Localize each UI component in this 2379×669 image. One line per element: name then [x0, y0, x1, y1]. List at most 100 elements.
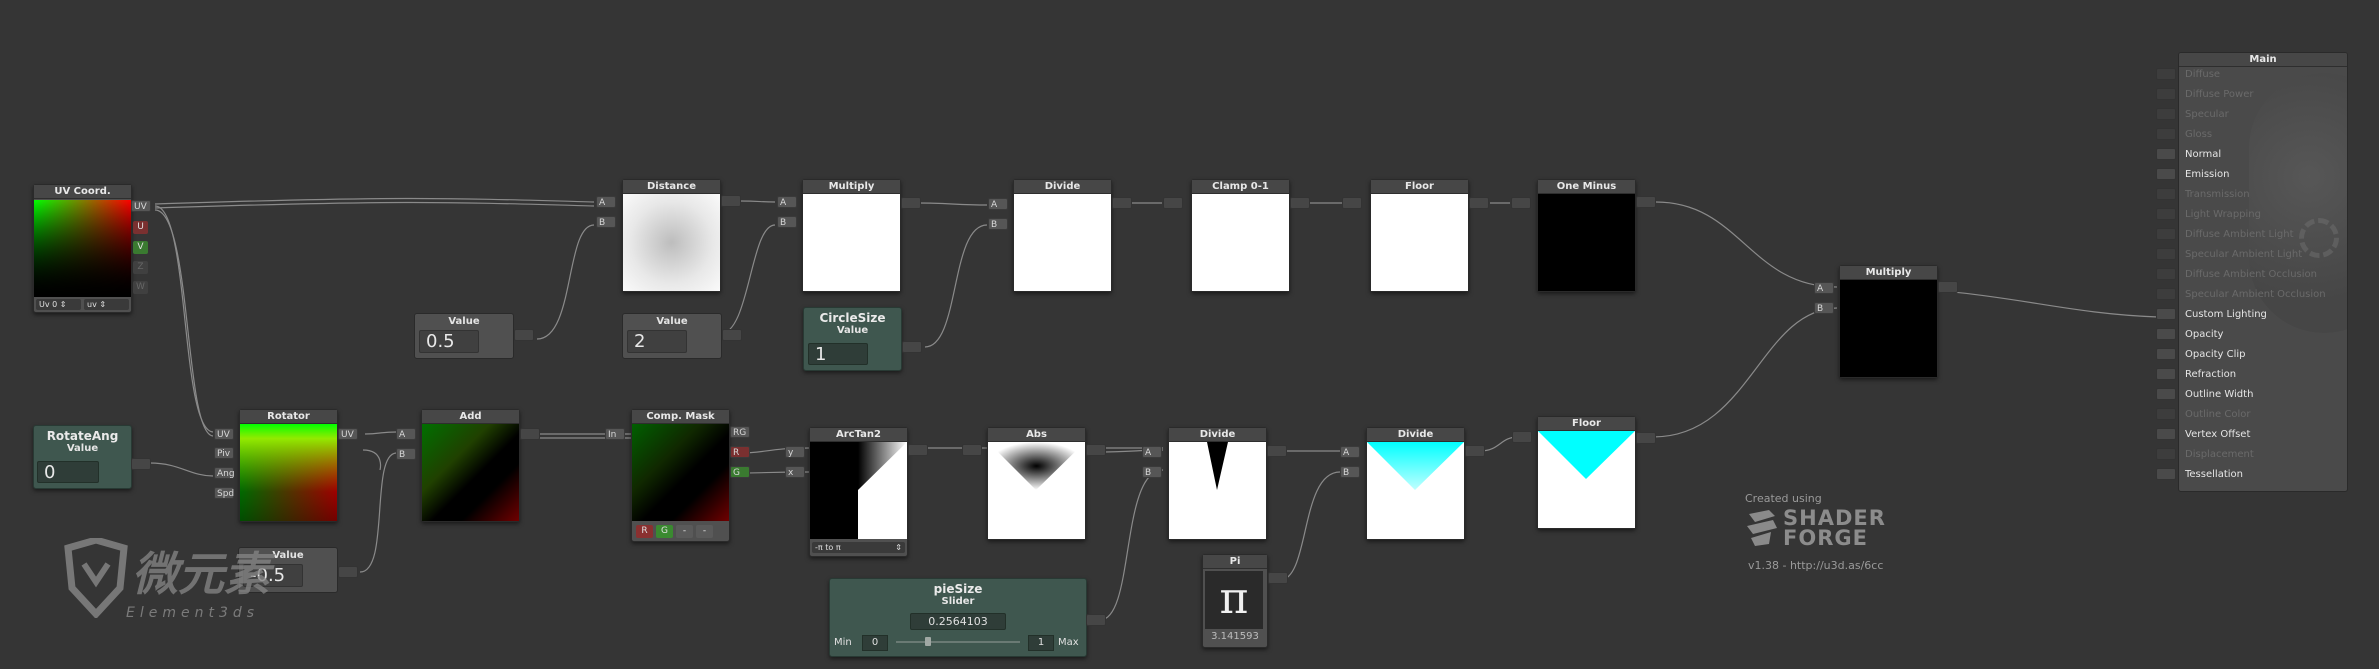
- u-out-port[interactable]: U: [133, 221, 148, 234]
- main-input-pin[interactable]: [2156, 88, 2176, 100]
- v-out-port[interactable]: V: [133, 241, 148, 254]
- divide-node-3[interactable]: Divide: [1366, 427, 1465, 540]
- main-input-row[interactable]: Specular Ambient Light: [2179, 249, 2347, 262]
- rotator-in-uv[interactable]: UV: [214, 428, 234, 440]
- main-input-pin[interactable]: [2156, 108, 2176, 120]
- main-input-pin[interactable]: [2156, 208, 2176, 220]
- rotator-out-uv[interactable]: UV: [338, 428, 358, 440]
- multiply-node-2[interactable]: Multiply: [1839, 265, 1938, 378]
- arctan2-out[interactable]: [908, 444, 928, 456]
- uv-out-port[interactable]: UV: [131, 200, 151, 212]
- circlesize-node[interactable]: CircleSize Value 1: [803, 307, 902, 371]
- add-in-a[interactable]: A: [396, 428, 416, 440]
- one-minus-node[interactable]: One Minus: [1537, 179, 1636, 292]
- divide3-out[interactable]: [1465, 445, 1485, 457]
- main-input-row[interactable]: Light Wrapping: [2179, 209, 2347, 222]
- multiply-out[interactable]: [901, 197, 921, 209]
- main-input-row[interactable]: Outline Color: [2179, 409, 2347, 422]
- circlesize-field[interactable]: 1: [808, 343, 868, 365]
- value-field[interactable]: 0.5: [419, 330, 479, 353]
- piesize-max-field[interactable]: 1: [1028, 635, 1054, 651]
- uv-channel-select[interactable]: Uv 0 ⇕: [36, 299, 81, 310]
- piesize-min-field[interactable]: 0: [862, 635, 888, 651]
- mask-b-button[interactable]: -: [676, 525, 693, 538]
- arctan2-node[interactable]: ArcTan2 -π to π ⇕: [809, 427, 908, 557]
- rotator-in-spd[interactable]: Spd: [214, 487, 234, 499]
- w-out-port[interactable]: W: [133, 281, 148, 294]
- rotator-in-ang[interactable]: Ang: [214, 467, 235, 479]
- main-input-pin[interactable]: [2156, 288, 2176, 300]
- add-node[interactable]: Add: [421, 409, 520, 522]
- floor2-in[interactable]: [1512, 431, 1532, 443]
- main-input-row[interactable]: Diffuse Ambient Occlusion: [2179, 269, 2347, 282]
- mask-r-button[interactable]: R: [636, 525, 653, 538]
- divide2-out[interactable]: [1267, 445, 1287, 457]
- rotator-node[interactable]: Rotator: [239, 409, 338, 522]
- one-minus-out[interactable]: [1636, 196, 1656, 208]
- main-input-pin[interactable]: [2156, 428, 2176, 440]
- main-input-pin[interactable]: [2156, 168, 2176, 180]
- mask-g-button[interactable]: G: [656, 525, 673, 538]
- main-input-row[interactable]: Diffuse: [2179, 69, 2347, 82]
- value-field[interactable]: 2: [627, 330, 687, 353]
- value-neg-out[interactable]: [338, 566, 358, 578]
- arctan2-mode-select[interactable]: -π to π ⇕: [812, 542, 905, 553]
- floor2-out[interactable]: [1636, 432, 1656, 444]
- floor-node-1[interactable]: Floor: [1370, 179, 1469, 292]
- distance-in-b[interactable]: B: [596, 216, 616, 228]
- divide3-in-b[interactable]: B: [1340, 466, 1360, 478]
- piesize-node[interactable]: pieSize Slider 0.2564103 Min 0 1 Max: [829, 578, 1087, 657]
- pi-out[interactable]: [1268, 572, 1288, 584]
- main-input-pin[interactable]: [2156, 468, 2176, 480]
- piesize-out[interactable]: [1086, 614, 1106, 626]
- main-input-row[interactable]: Outline Width: [2179, 389, 2347, 402]
- main-output-node[interactable]: Main Diffuse Diffuse Power Specular Gloss No…: [2178, 52, 2348, 492]
- main-input-pin[interactable]: [2156, 308, 2176, 320]
- divide1-in-a[interactable]: A: [988, 198, 1008, 210]
- abs-out[interactable]: [1086, 444, 1106, 456]
- distance-out[interactable]: [721, 195, 741, 207]
- comp-mask-node[interactable]: Comp. Mask R G - -: [631, 409, 730, 542]
- main-input-pin[interactable]: [2156, 348, 2176, 360]
- main-input-pin[interactable]: [2156, 448, 2176, 460]
- distance-in-a[interactable]: A: [596, 196, 616, 208]
- uv-coord-node[interactable]: UV Coord. Uv 0 ⇕ uv ⇕: [33, 184, 132, 313]
- main-input-pin[interactable]: [2156, 228, 2176, 240]
- main-input-pin[interactable]: [2156, 148, 2176, 160]
- main-input-row[interactable]: Diffuse Ambient Light: [2179, 229, 2347, 242]
- value05-out[interactable]: [514, 329, 534, 341]
- main-input-row[interactable]: Emission: [2179, 169, 2347, 182]
- pi-node[interactable]: Pi π 3.141593: [1202, 554, 1268, 648]
- value-node-0.5[interactable]: Value 0.5: [414, 313, 514, 359]
- multiply-node[interactable]: Multiply: [802, 179, 901, 292]
- floor1-in[interactable]: [1342, 197, 1362, 209]
- rotator-in-piv[interactable]: Piv: [214, 447, 234, 459]
- distance-node[interactable]: Distance: [622, 179, 721, 292]
- divide-node-2[interactable]: Divide: [1168, 427, 1267, 540]
- piesize-slider-track[interactable]: [896, 641, 1020, 643]
- clamp-in[interactable]: [1163, 197, 1183, 209]
- divide1-out[interactable]: [1112, 197, 1132, 209]
- divide3-in-a[interactable]: A: [1340, 446, 1360, 458]
- floor-node-2[interactable]: Floor: [1537, 416, 1636, 529]
- main-input-pin[interactable]: [2156, 68, 2176, 80]
- compmask-in[interactable]: In: [605, 428, 625, 440]
- rotateang-node[interactable]: RotateAng Value 0: [33, 425, 132, 489]
- abs-in[interactable]: [962, 444, 982, 456]
- z-out-port[interactable]: Z: [133, 261, 148, 274]
- multiply2-out[interactable]: [1938, 281, 1958, 293]
- clamp-out[interactable]: [1290, 197, 1310, 209]
- one-minus-in[interactable]: [1511, 197, 1531, 209]
- main-input-row[interactable]: Transmission: [2179, 189, 2347, 202]
- divide1-in-b[interactable]: B: [988, 218, 1008, 230]
- multiply2-in-a[interactable]: A: [1814, 282, 1834, 294]
- piesize-value-field[interactable]: 0.2564103: [910, 613, 1006, 630]
- add-in-b[interactable]: B: [396, 448, 416, 460]
- main-input-row[interactable]: Specular: [2179, 109, 2347, 122]
- main-input-row[interactable]: Custom Lighting: [2179, 309, 2347, 322]
- main-input-row[interactable]: Diffuse Power: [2179, 89, 2347, 102]
- floor1-out[interactable]: [1469, 197, 1489, 209]
- main-input-row[interactable]: Opacity Clip: [2179, 349, 2347, 362]
- main-input-row[interactable]: Gloss: [2179, 129, 2347, 142]
- main-input-row[interactable]: Normal: [2179, 149, 2347, 162]
